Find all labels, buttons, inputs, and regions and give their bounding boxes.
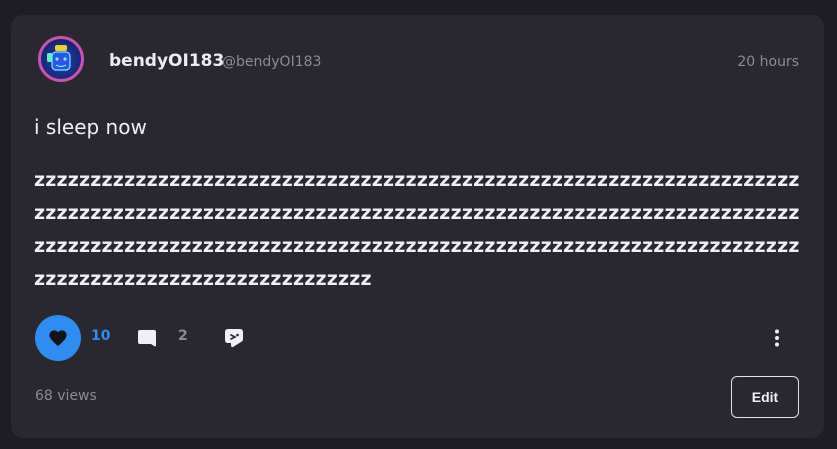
author-handle[interactable]: @bendyOI183 (222, 54, 321, 70)
view-count: 68 views (35, 388, 97, 404)
comment-icon (138, 329, 156, 346)
post-card: bendyOI183 @bendyOI183 20 hours i sleep … (11, 15, 824, 438)
more-vertical-icon (775, 329, 779, 347)
comment-count: 2 (178, 328, 188, 344)
post-timestamp: 20 hours (737, 54, 799, 70)
like-button[interactable] (35, 315, 81, 361)
avatar[interactable] (38, 36, 84, 82)
post-body: zzzzzzzzzzzzzzzzzzzzzzzzzzzzzzzzzzzzzzzz… (34, 169, 800, 290)
avatar-icon (47, 45, 71, 71)
like-count: 10 (91, 328, 111, 344)
share-button[interactable] (222, 326, 246, 350)
heart-icon (49, 330, 67, 347)
comment-button[interactable] (135, 326, 159, 350)
post-title: i sleep now (34, 115, 147, 139)
edit-button[interactable]: Edit (731, 376, 799, 418)
more-options-button[interactable] (769, 327, 785, 349)
author-name[interactable]: bendyOI183 (109, 51, 224, 71)
share-icon (225, 329, 243, 348)
